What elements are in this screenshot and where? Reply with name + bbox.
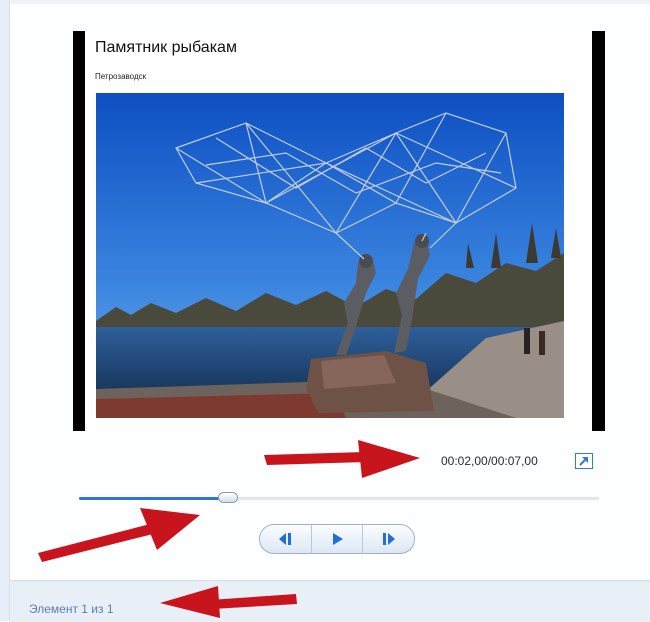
- status-bar: Элемент 1 из 1: [10, 580, 650, 622]
- expand-icon: [579, 457, 588, 466]
- preview-stage: Памятник рыбакам Петрозаводск: [73, 31, 605, 431]
- next-frame-icon: [382, 533, 395, 545]
- slide-title: Памятник рыбакам: [95, 39, 237, 56]
- seek-bar[interactable]: [79, 492, 599, 503]
- seek-thumb[interactable]: [217, 492, 238, 503]
- slide-subtitle: Петрозаводск: [95, 72, 147, 81]
- play-icon: [333, 533, 343, 545]
- previous-frame-icon: [279, 533, 292, 545]
- slide: Памятник рыбакам Петрозаводск: [85, 31, 592, 431]
- next-button[interactable]: [362, 525, 414, 553]
- top-strip: [10, 0, 650, 4]
- seek-progress: [79, 497, 228, 500]
- fullscreen-button[interactable]: [575, 453, 593, 469]
- left-rail: [0, 0, 10, 621]
- item-counter: Элемент 1 из 1: [29, 602, 114, 616]
- previous-button[interactable]: [260, 525, 311, 553]
- slide-photo: [96, 93, 564, 418]
- play-button[interactable]: [310, 525, 363, 553]
- time-readout: 00:02,00/00:07,00: [441, 454, 538, 468]
- playback-controls: [259, 524, 415, 554]
